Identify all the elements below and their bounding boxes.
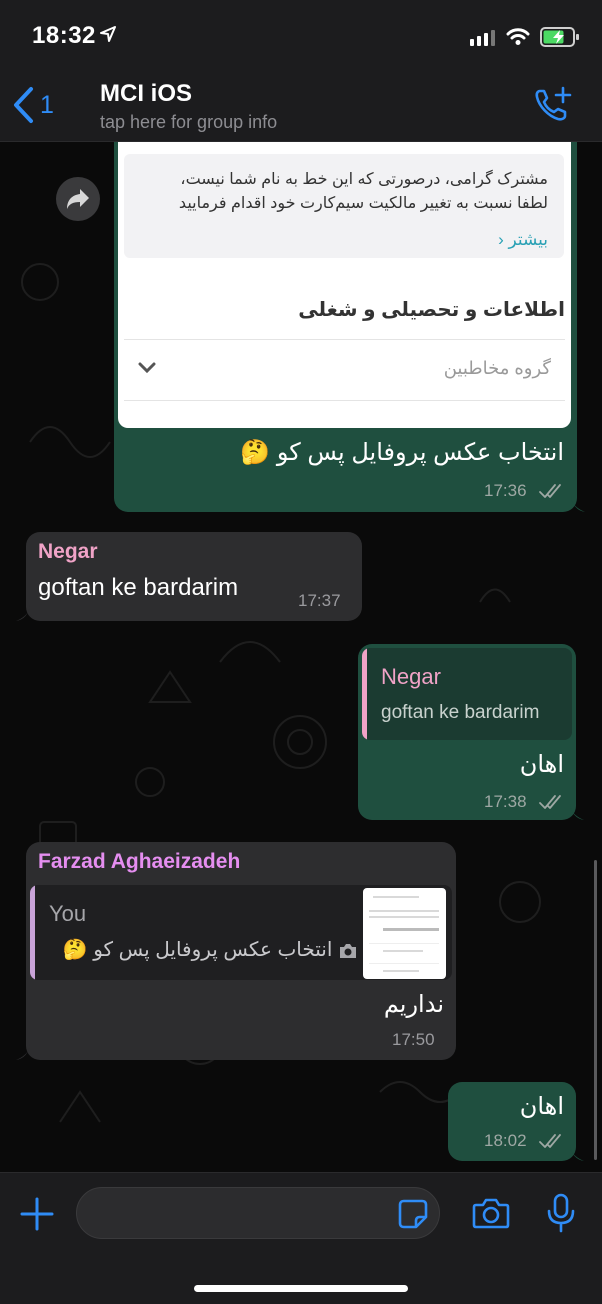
quote-text: goftan ke bardarim xyxy=(381,702,540,723)
message-text: اهان xyxy=(519,1093,564,1120)
select-value: گروه مخاطبین xyxy=(443,358,551,378)
chevron-down-icon xyxy=(138,362,156,374)
back-button[interactable]: 1 xyxy=(12,86,54,124)
sender-name: Farzad Aghaeizadeh xyxy=(38,850,241,873)
message-time: 17:36 xyxy=(484,481,527,500)
location-arrow-icon xyxy=(100,26,116,42)
message-text: اهان xyxy=(519,751,564,778)
quote-text-row: انتخاب عکس پروفایل پس کو 🤔 xyxy=(58,937,358,962)
quote-sender: Negar xyxy=(381,664,441,689)
chat-area[interactable]: مشترک گرامی، درصورتی که این خط به نام شم… xyxy=(0,142,602,1172)
outgoing-reply-message[interactable]: Negar goftan ke bardarim اهان 17:38 xyxy=(358,644,584,820)
cellular-signal-icon xyxy=(470,30,495,46)
message-text: goftan ke bardarim xyxy=(38,574,239,601)
contact-group-select: گروه مخاطبین xyxy=(124,339,565,401)
microphone-button[interactable] xyxy=(546,1193,576,1233)
bubble-tail xyxy=(570,804,584,820)
quote-sender: You xyxy=(49,901,87,926)
section-title: اطلاعات و تحصیلی و شغلی xyxy=(298,299,565,321)
message-input-bar xyxy=(0,1172,602,1304)
status-time: 18:32 xyxy=(32,22,96,49)
shared-screenshot-image[interactable]: مشترک گرامی، درصورتی که این خط به نام شم… xyxy=(118,142,571,428)
chat-title: MCI iOS xyxy=(100,80,193,107)
message-time: 17:38 xyxy=(484,792,527,811)
chat-header: 1 MCI iOS tap here for group info xyxy=(0,72,602,142)
sticker-button[interactable] xyxy=(398,1199,428,1229)
message-input[interactable] xyxy=(76,1187,440,1239)
bubble-tail xyxy=(16,1044,30,1060)
quoted-message[interactable]: Negar goftan ke bardarim xyxy=(362,648,572,740)
incoming-reply-message[interactable]: Farzad Aghaeizadeh You انتخاب عکس پروفای… xyxy=(16,842,456,1060)
bubble-tail xyxy=(570,1145,584,1161)
message-time: 17:50 xyxy=(392,1030,435,1049)
message-text: نداریم xyxy=(383,991,444,1018)
camera-button[interactable] xyxy=(472,1197,510,1229)
notice-more-text: بیشتر xyxy=(508,230,548,249)
forward-arrow-icon xyxy=(67,189,89,209)
quote-bar xyxy=(362,648,367,740)
forward-button[interactable] xyxy=(56,177,100,221)
quoted-message[interactable]: You انتخاب عکس پروفایل پس کو 🤔 xyxy=(30,885,452,980)
unread-count: 1 xyxy=(40,90,54,119)
bubble-tail xyxy=(571,496,585,512)
add-call-button[interactable] xyxy=(532,86,572,126)
message-time: 18:02 xyxy=(484,1131,527,1150)
battery-charging-icon xyxy=(540,27,579,47)
read-receipt-icon xyxy=(539,1134,561,1148)
incoming-message[interactable]: Negar goftan ke bardarim 17:37 xyxy=(16,532,362,621)
read-receipt-icon xyxy=(539,484,561,498)
message-time: 17:37 xyxy=(298,591,341,610)
notice-more-link: بیشتر ‹ xyxy=(498,230,548,249)
read-receipt-icon xyxy=(539,795,561,809)
ownership-notice: مشترک گرامی، درصورتی که این خط به نام شم… xyxy=(124,154,564,258)
chevron-left-icon xyxy=(14,87,33,123)
quote-text: انتخاب عکس پروفایل پس کو 🤔 xyxy=(62,939,333,961)
quote-thumbnail-image xyxy=(363,888,446,979)
home-indicator xyxy=(194,1285,408,1292)
notice-line-1: مشترک گرامی، درصورتی که این خط به نام شم… xyxy=(180,171,548,188)
camera-icon xyxy=(340,943,356,958)
image-caption: انتخاب عکس پروفایل پس کو 🤔 xyxy=(240,439,564,466)
quote-bar xyxy=(30,885,35,980)
scroll-indicator[interactable] xyxy=(594,860,597,1160)
status-bar: 18:32 xyxy=(0,0,602,72)
chat-subtitle: tap here for group info xyxy=(100,112,278,132)
attach-plus-button[interactable] xyxy=(20,1197,54,1231)
sender-name: Negar xyxy=(38,540,98,563)
bubble-tail xyxy=(16,605,30,621)
notice-line-2: لطفا نسبت به تغییر مالکیت سیم‌کارت خود ا… xyxy=(178,195,548,212)
wifi-icon xyxy=(506,28,530,45)
outgoing-message[interactable]: اهان 18:02 xyxy=(448,1082,584,1161)
